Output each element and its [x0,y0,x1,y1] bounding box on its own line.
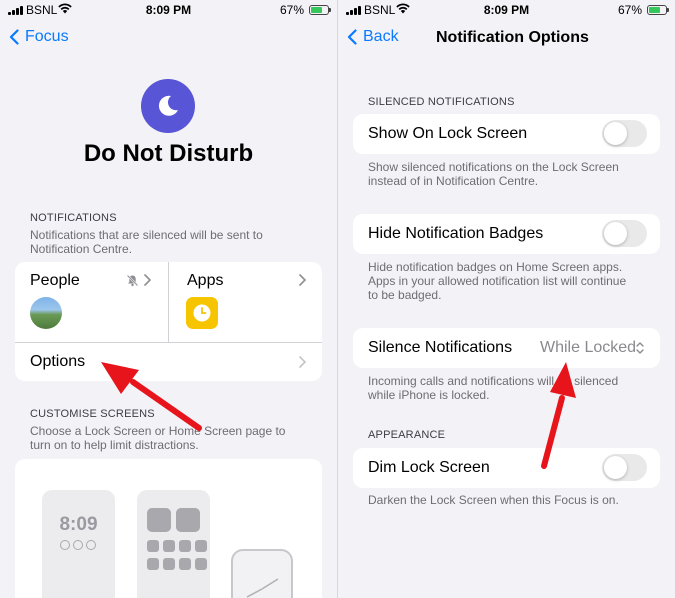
status-bar: BSNL 8:09 PM 67% [0,0,337,22]
show-on-lock-description: Show silenced notifications on the Lock … [368,160,619,188]
dim-lock-screen-label: Dim Lock Screen [368,459,490,476]
annotation-arrow [541,362,576,469]
notifications-heading: NOTIFICATIONS [30,212,117,224]
show-on-lock-toggle[interactable] [602,120,647,147]
apps-label: Apps [187,272,224,289]
bell-slash-icon [126,274,139,287]
status-bar: BSNL 8:09 PM 67% [338,0,675,22]
silence-notifications-row[interactable]: Silence Notifications While Locked [353,328,660,368]
moon-icon [158,95,178,116]
hide-badges-description: Hide notification badges on Home Screen … [368,260,627,302]
chevron-right-icon [144,274,151,286]
hide-badges-toggle[interactable] [602,220,647,247]
focus-icon [141,79,195,133]
battery-icon [309,5,331,15]
chevron-left-icon [9,29,19,45]
notifications-description: Notifications that are silenced will be … [30,228,263,256]
options-label: Options [30,353,86,370]
dim-lock-screen-toggle[interactable] [602,454,647,481]
appearance-heading: APPEARANCE [368,429,446,441]
chevron-right-icon [299,274,306,286]
show-on-lock-row: Show On Lock Screen [353,114,660,154]
dim-lock-screen-description: Darken the Lock Screen when this Focus i… [368,493,619,507]
show-on-lock-label: Show On Lock Screen [368,125,528,142]
lock-preview-time: 8:09 [59,514,98,535]
clock-app-icon [186,297,218,329]
back-label: Back [363,28,399,45]
back-button[interactable]: Focus [9,28,69,46]
silence-notifications-label: Silence Notifications [368,339,513,356]
battery-percent: 67% [279,3,304,17]
hide-badges-label: Hide Notification Badges [368,225,544,242]
people-label: People [30,272,80,289]
back-button[interactable]: Back [347,28,399,46]
page-title: Do Not Disturb [83,140,254,167]
hide-badges-row: Hide Notification Badges [353,214,660,254]
people-cell[interactable]: People [15,262,168,342]
apps-cell[interactable]: Apps [169,262,322,342]
silenced-heading: SILENCED NOTIFICATIONS [368,96,515,108]
watch-face-preview[interactable] [231,549,293,598]
home-screen-preview[interactable] [137,490,210,598]
chevron-left-icon [347,29,357,45]
notification-options-screen: BSNL 8:09 PM 67% Back Notification Optio… [338,0,675,598]
annotation-arrow [101,362,202,431]
avatar [30,297,62,329]
screens-card: 8:09 [15,459,322,598]
nav-title: Notification Options [436,29,589,46]
silence-notifications-value: While Locked [540,339,637,356]
dim-lock-screen-row: Dim Lock Screen [353,448,660,488]
widget-dots-icon [60,540,96,550]
watch-hands-icon [246,578,279,598]
lock-screen-preview[interactable]: 8:09 [42,490,115,598]
back-label: Focus [25,28,69,45]
battery-icon [647,5,669,15]
focus-screen: BSNL 8:09 PM 67% Focus Do Not Disturb NO… [0,0,337,598]
chevron-up-down-icon [636,342,644,354]
battery-percent: 67% [617,3,642,17]
chevron-right-icon [299,356,306,368]
